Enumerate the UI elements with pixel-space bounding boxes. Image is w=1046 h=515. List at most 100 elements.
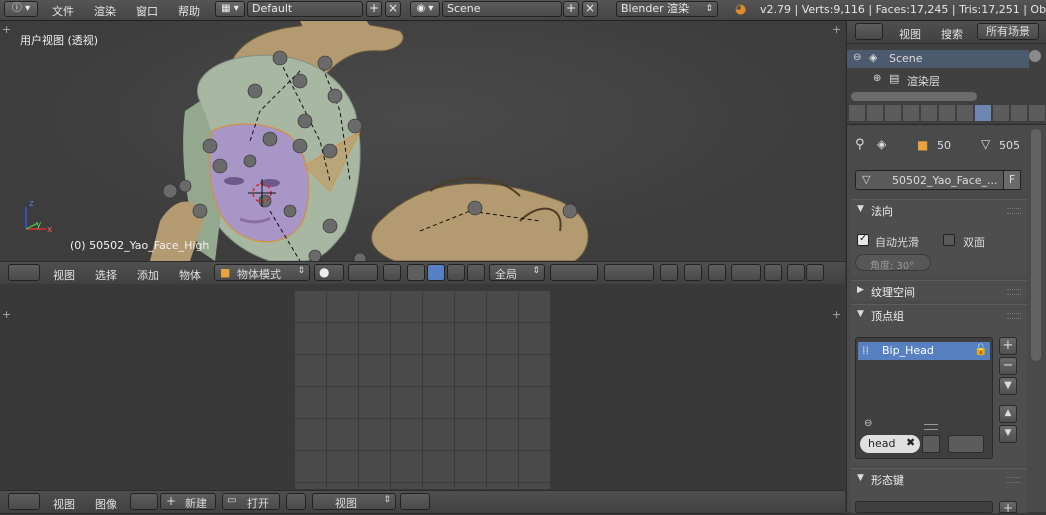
- manipulator-toggle[interactable]: [383, 264, 401, 281]
- object-tab-icon[interactable]: [921, 105, 937, 121]
- vertex-group-filter-input[interactable]: head ✖: [860, 435, 920, 453]
- double-sided-checkbox[interactable]: [943, 234, 955, 246]
- translate-icon[interactable]: [407, 264, 425, 281]
- physics-tab-icon[interactable]: [1029, 105, 1045, 121]
- constraints-tab-icon[interactable]: [939, 105, 955, 121]
- panel-collapsed-icon[interactable]: ▶: [857, 285, 864, 295]
- rotate-icon[interactable]: [427, 264, 445, 281]
- open-image-button[interactable]: ▭ 打开: [222, 493, 280, 510]
- header-menu-object[interactable]: 物体: [179, 267, 201, 283]
- list-item[interactable]: ⁞⁞ Bip_Head 🔓: [858, 342, 990, 360]
- add-scene-button[interactable]: +: [563, 1, 579, 17]
- editor-type-info-button[interactable]: ⓘ ▾: [4, 1, 38, 17]
- world-tab-icon[interactable]: [903, 105, 919, 121]
- layers-grid-b[interactable]: [604, 264, 654, 281]
- move-up-button[interactable]: ▲: [999, 405, 1017, 423]
- outliner-row-render-layer[interactable]: ⊕ ▤ 渲染层: [847, 71, 1029, 89]
- corner-plus-icon[interactable]: +: [2, 23, 11, 36]
- delete-scene-button[interactable]: ×: [582, 1, 598, 17]
- new-image-button[interactable]: + 新建: [160, 493, 216, 510]
- panel-grip-icon[interactable]: [1007, 313, 1021, 319]
- editor-type-image-icon[interactable]: [8, 493, 40, 510]
- sort-alpha-icon[interactable]: [948, 435, 984, 453]
- snap-toggle-icon[interactable]: [708, 264, 726, 281]
- editor-type-cube-icon[interactable]: [8, 264, 40, 281]
- add-screen-button[interactable]: +: [366, 1, 382, 17]
- panel-grip-icon[interactable]: [1007, 208, 1021, 214]
- move-down-button[interactable]: ▼: [999, 425, 1017, 443]
- add-shape-key-button[interactable]: +: [999, 501, 1017, 514]
- proportional-edit-icon[interactable]: [684, 264, 702, 281]
- layers-grid-a[interactable]: [550, 264, 598, 281]
- scene-icon[interactable]: ◉ ▾: [410, 1, 440, 17]
- render-image-icon[interactable]: [787, 264, 805, 281]
- pin-icon[interactable]: [286, 493, 306, 510]
- vertex-group-specials-button[interactable]: ▼: [999, 377, 1017, 395]
- render-tab-icon[interactable]: [849, 105, 865, 121]
- fake-user-button[interactable]: F: [1003, 170, 1021, 190]
- material-tab-icon[interactable]: [993, 105, 1009, 121]
- header-menu-add[interactable]: 添加: [137, 267, 159, 283]
- vertex-group-list[interactable]: ⁞⁞ Bip_Head 🔓 ⊖ head ✖: [855, 337, 993, 459]
- filter-invert-icon[interactable]: [922, 435, 940, 453]
- shading-select[interactable]: ●: [314, 264, 344, 281]
- auto-smooth-checkbox[interactable]: ✓: [857, 233, 869, 246]
- lock-layers-icon[interactable]: [660, 264, 678, 281]
- uv-menu-view[interactable]: 视图: [53, 496, 75, 512]
- menu-window[interactable]: 窗口: [136, 3, 158, 19]
- mode-select[interactable]: ■ 物体模式 ⇕: [214, 264, 310, 281]
- shape-keys-title[interactable]: 形态键: [871, 472, 904, 488]
- outliner-search-menu[interactable]: 搜索: [941, 26, 963, 42]
- image-browse-icon[interactable]: [130, 493, 158, 510]
- image-editor[interactable]: + +: [0, 284, 845, 489]
- outliner-editor-icon[interactable]: [855, 23, 883, 40]
- uv-mode-select[interactable]: 视图 ⇕: [312, 493, 396, 510]
- filter-expand-icon[interactable]: ⊖: [864, 418, 872, 429]
- screen-layout-icon[interactable]: ▦ ▾: [215, 1, 245, 17]
- transform-icon[interactable]: [467, 264, 485, 281]
- uv-menu-image[interactable]: 图像: [95, 496, 117, 512]
- render-engine-select[interactable]: Blender 渲染 ⇕: [616, 1, 718, 17]
- texture-tab-icon[interactable]: [1011, 105, 1027, 121]
- header-menu-select[interactable]: 选择: [95, 267, 117, 283]
- panel-grip-icon[interactable]: [1007, 289, 1021, 295]
- add-vertex-group-button[interactable]: +: [999, 337, 1017, 355]
- render-animation-icon[interactable]: [806, 264, 824, 281]
- clear-filter-icon[interactable]: ✖: [906, 436, 915, 449]
- delete-screen-button[interactable]: ×: [385, 1, 401, 17]
- orientation-select[interactable]: 全局 ⇕: [489, 264, 545, 281]
- expand-icon[interactable]: ⊕: [873, 73, 881, 84]
- snap-target-icon[interactable]: [764, 264, 782, 281]
- menu-file[interactable]: 文件: [52, 3, 74, 19]
- snap-element-select[interactable]: [731, 264, 761, 281]
- scale-icon[interactable]: [447, 264, 465, 281]
- pivot-select[interactable]: [400, 493, 430, 510]
- outliner-scrollbar[interactable]: [851, 92, 977, 101]
- pin-icon[interactable]: ⚲: [855, 137, 865, 152]
- menu-render[interactable]: 渲染: [94, 3, 116, 19]
- render-layers-tab-icon[interactable]: [867, 105, 883, 121]
- outliner-row-scene[interactable]: ⊖ ◈ Scene: [847, 50, 1029, 68]
- modifiers-tab-icon[interactable]: [957, 105, 973, 121]
- menu-help[interactable]: 帮助: [178, 3, 200, 19]
- collapse-icon[interactable]: ⊖: [853, 52, 861, 63]
- shape-key-list[interactable]: [855, 501, 993, 513]
- outliner-view-menu[interactable]: 视图: [899, 26, 921, 42]
- list-resize-grip[interactable]: [924, 424, 938, 430]
- texture-space-panel[interactable]: ▶ 纹理空间: [851, 280, 1027, 301]
- properties-scrollbar[interactable]: [1031, 129, 1041, 361]
- corner-plus-icon[interactable]: +: [832, 23, 841, 36]
- scene-field[interactable]: Scene: [442, 1, 562, 17]
- panel-expanded-icon[interactable]: ▼: [857, 309, 864, 319]
- screen-layout-field[interactable]: Default: [247, 1, 363, 17]
- pivot-select[interactable]: [348, 264, 378, 281]
- outliner-display-select[interactable]: 所有场景: [977, 23, 1039, 40]
- remove-vertex-group-button[interactable]: −: [999, 357, 1017, 375]
- panel-expanded-icon[interactable]: ▼: [857, 473, 864, 483]
- scene-tab-icon[interactable]: [885, 105, 901, 121]
- header-menu-view[interactable]: 视图: [53, 267, 75, 283]
- panel-expanded-icon[interactable]: ▼: [857, 204, 864, 214]
- corner-plus-icon[interactable]: +: [2, 308, 11, 321]
- panel-grip-icon[interactable]: [1007, 477, 1021, 483]
- 3d-viewport[interactable]: 用户视图 (透视) (0) 50502_Yao_Face_High z y x …: [0, 21, 845, 261]
